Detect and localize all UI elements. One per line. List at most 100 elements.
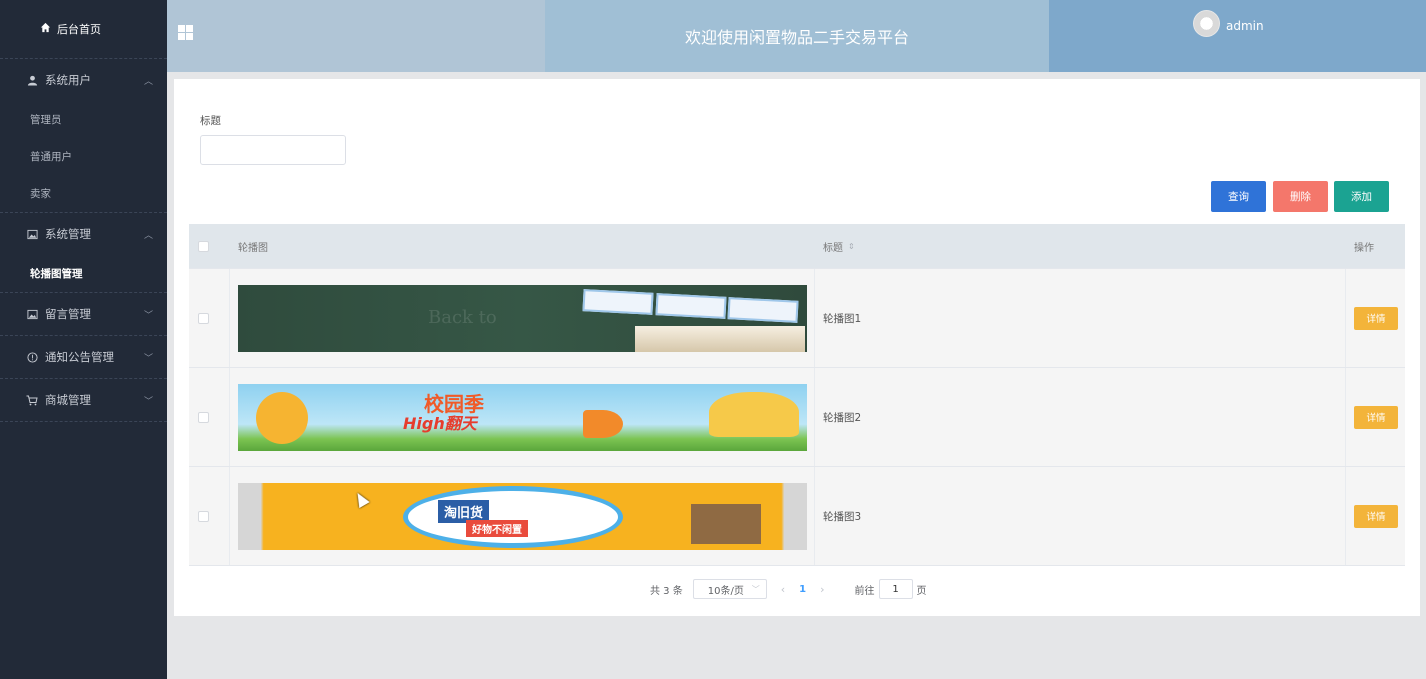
- pagination: 共 3 条 10条/页 ﹀ ‹ 1 › 前往 1 页: [650, 579, 927, 599]
- banner-kids: [709, 391, 799, 437]
- carousel-image-2: 校园季 High翻天: [238, 383, 807, 451]
- sidebar-item-shop[interactable]: 商城管理 ﹀: [0, 379, 167, 421]
- title-filter-input[interactable]: [200, 135, 346, 165]
- banner-book: [635, 325, 805, 352]
- avatar[interactable]: [1193, 10, 1220, 37]
- chevron-down-icon: ﹀: [143, 310, 153, 321]
- pagination-total: 共 3 条: [650, 585, 683, 597]
- carousel-image-1: Back to: [238, 284, 807, 352]
- table-header: 轮播图 标题 ⇕ 操作: [189, 224, 1405, 269]
- column-image: 轮播图: [238, 242, 268, 254]
- chevron-down-icon: ﹀: [143, 353, 153, 364]
- row-checkbox[interactable]: [198, 411, 209, 423]
- sidebar-item-system-users[interactable]: 系统用户 ︿: [0, 59, 167, 101]
- sidebar-item-label: 系统管理: [45, 227, 91, 241]
- content-card: 标题 查询 删除 添加 轮播图 标题 ⇕ 操作 Back to 轮播图1 详情 …: [174, 79, 1420, 616]
- header-left: [167, 0, 545, 72]
- header-check-cell: [189, 224, 230, 268]
- sidebar-item-normal-user[interactable]: 普通用户: [0, 138, 167, 175]
- table-row: 淘旧货 好物不闲置 轮播图3 详情: [189, 467, 1405, 566]
- title-filter-label: 标题: [200, 115, 221, 127]
- sidebar-item-admin[interactable]: 管理员: [0, 101, 167, 138]
- header-user: admin: [1049, 0, 1426, 72]
- delete-button[interactable]: 删除: [1273, 181, 1328, 212]
- detail-button[interactable]: 详情: [1354, 405, 1398, 429]
- row-checkbox[interactable]: [198, 312, 209, 324]
- banner-paper: [582, 288, 654, 315]
- banner-paper: [655, 292, 727, 319]
- row-image-cell: 淘旧货 好物不闲置: [230, 467, 815, 565]
- goto-label: 前往: [854, 585, 875, 597]
- sidebar-home-label: 后台首页: [57, 23, 101, 36]
- row-image-cell: Back to: [230, 269, 815, 367]
- row-action-cell: 详情: [1346, 269, 1405, 367]
- goto-page-input[interactable]: 1: [878, 579, 913, 599]
- home-icon: [40, 22, 51, 36]
- sidebar-group-messages: 留言管理 ﹀: [0, 293, 167, 336]
- sidebar-item-label: 系统用户: [45, 73, 91, 87]
- banner-text-2: 好物不闲置: [466, 519, 528, 537]
- page-suffix: 页: [916, 585, 927, 597]
- query-button[interactable]: 查询: [1211, 181, 1266, 212]
- column-title-label: 标题: [823, 242, 843, 254]
- sidebar-item-label: 商城管理: [45, 393, 91, 407]
- sort-icon[interactable]: ⇕: [848, 242, 855, 251]
- sidebar-item-notices[interactable]: 通知公告管理 ﹀: [0, 336, 167, 378]
- row-check-cell: [189, 467, 230, 565]
- page-size-select[interactable]: 10条/页 ﹀: [692, 579, 767, 599]
- top-header: 欢迎使用闲置物品二手交易平台 admin: [167, 0, 1426, 72]
- detail-button[interactable]: 详情: [1354, 504, 1398, 528]
- chevron-down-icon: ﹀: [143, 396, 153, 407]
- row-checkbox[interactable]: [198, 510, 209, 522]
- next-page-icon[interactable]: ›: [820, 583, 824, 596]
- sidebar-item-system-manage[interactable]: 系统管理 ︿: [0, 213, 167, 255]
- table-row: Back to 轮播图1 详情: [189, 269, 1405, 368]
- banner-horn: [583, 409, 623, 438]
- row-title: 轮播图2: [815, 368, 1346, 466]
- banner-text: Back to: [428, 306, 497, 328]
- sidebar-item-messages[interactable]: 留言管理 ﹀: [0, 293, 167, 335]
- row-check-cell: [189, 368, 230, 466]
- sidebar-home[interactable]: 后台首页: [0, 0, 167, 58]
- carousel-image-3: 淘旧货 好物不闲置: [238, 482, 807, 550]
- sidebar-item-seller[interactable]: 卖家: [0, 175, 167, 212]
- cart-icon: [25, 395, 39, 406]
- image-icon: [25, 309, 39, 320]
- select-all-checkbox[interactable]: [198, 240, 209, 252]
- add-button[interactable]: 添加: [1334, 181, 1389, 212]
- row-action-cell: 详情: [1346, 467, 1405, 565]
- banner-sun: [256, 391, 308, 444]
- banner-text-2: High翻天: [403, 413, 477, 433]
- sidebar-group-system: 系统管理 ︿ 轮播图管理: [0, 213, 167, 293]
- chevron-up-icon: ︿: [143, 76, 153, 87]
- current-page[interactable]: 1: [799, 584, 806, 595]
- carousel-table: 轮播图 标题 ⇕ 操作 Back to 轮播图1 详情 校园季 High翻天 轮…: [189, 224, 1405, 566]
- sidebar: 后台首页 系统用户 ︿ 管理员 普通用户 卖家 系统管理 ︿ 轮播图管理 留言管…: [0, 0, 167, 679]
- sidebar-item-label: 留言管理: [45, 307, 91, 321]
- banner-paper: [727, 296, 799, 323]
- detail-button[interactable]: 详情: [1354, 306, 1398, 330]
- banner-circle: [403, 485, 623, 548]
- sidebar-group-notices: 通知公告管理 ﹀: [0, 336, 167, 379]
- column-action: 操作: [1354, 242, 1374, 254]
- sidebar-group-users: 系统用户 ︿ 管理员 普通用户 卖家: [0, 58, 167, 213]
- sidebar-item-label: 通知公告管理: [45, 350, 114, 364]
- column-title[interactable]: 标题 ⇕: [815, 224, 1346, 268]
- sidebar-item-carousel[interactable]: 轮播图管理: [0, 255, 167, 292]
- row-title: 轮播图1: [815, 269, 1346, 367]
- menu-grid-icon[interactable]: [178, 25, 193, 40]
- row-title: 轮播图3: [815, 467, 1346, 565]
- row-action-cell: 详情: [1346, 368, 1405, 466]
- row-check-cell: [189, 269, 230, 367]
- image-icon: [25, 229, 39, 240]
- prev-page-icon[interactable]: ‹: [781, 583, 785, 596]
- row-image-cell: 校园季 High翻天: [230, 368, 815, 466]
- username[interactable]: admin: [1226, 19, 1264, 33]
- header-title: 欢迎使用闲置物品二手交易平台: [545, 0, 1049, 72]
- banner-city: [691, 503, 761, 544]
- sidebar-group-shop: 商城管理 ﹀: [0, 379, 167, 422]
- user-icon: [25, 75, 39, 86]
- chevron-down-icon: ﹀: [751, 584, 760, 594]
- table-row: 校园季 High翻天 轮播图2 详情: [189, 368, 1405, 467]
- page-size-value: 10条/页: [707, 585, 744, 597]
